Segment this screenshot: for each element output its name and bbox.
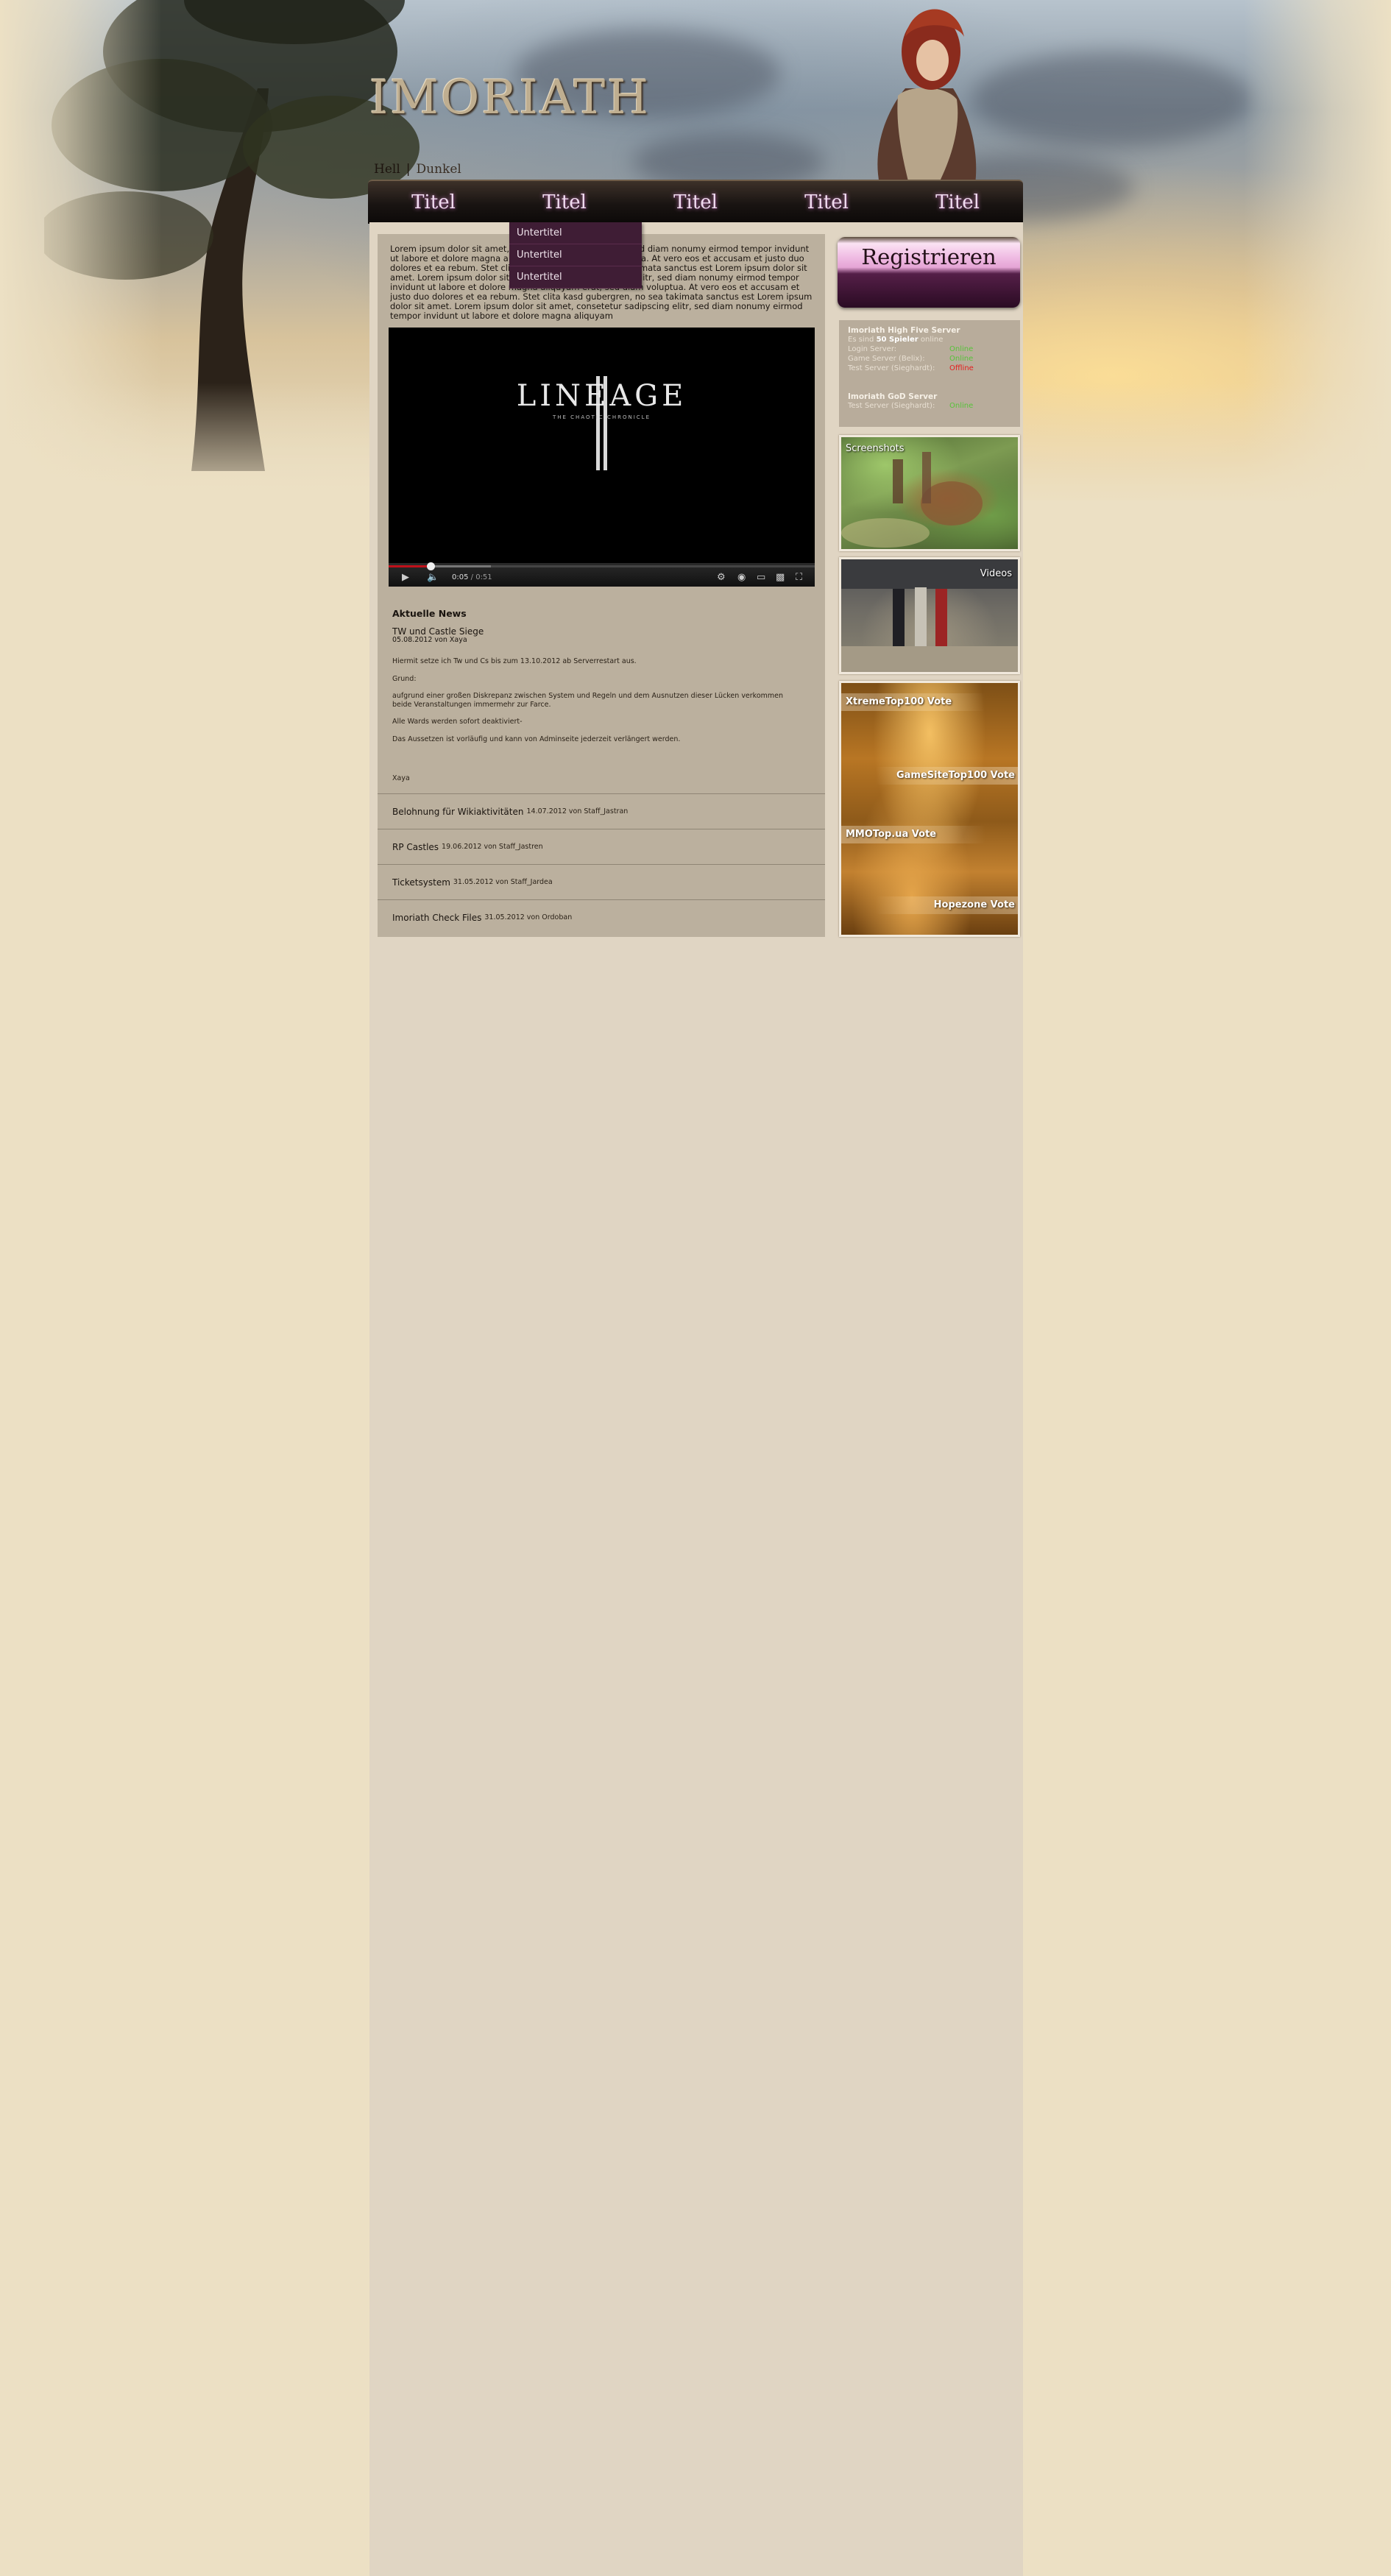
register-label: Registrieren <box>861 244 997 269</box>
game-server-label: Game Server (Belix): <box>848 355 925 363</box>
fullscreen-icon[interactable]: ⛶ <box>796 572 802 583</box>
dropdown-item-2[interactable]: Untertitel <box>509 244 642 266</box>
hd-quality-icon[interactable]: ◉ <box>737 572 746 583</box>
small-player-icon[interactable]: ▭ <box>757 572 765 583</box>
server1-title: Imoriath High Five Server <box>848 326 960 335</box>
news-item-meta: 14.07.2012 von Staff_Jastran <box>526 807 629 815</box>
news-item-meta: 19.06.2012 von Staff_Jastren <box>442 843 543 851</box>
login-server-status: Online <box>949 345 974 353</box>
dropdown-item-1[interactable]: Untertitel <box>509 222 642 244</box>
online-players: Es sind 50 Spieler online <box>848 336 943 345</box>
featured-news-meta: 05.08.2012 von Xaya <box>392 636 467 644</box>
dropdown-item-3[interactable]: Untertitel <box>509 266 642 289</box>
vote-button-hopezone[interactable]: Hopezone Vote <box>875 896 1018 914</box>
nav-dropdown-menu: Untertitel Untertitel Untertitel <box>509 222 642 289</box>
volume-icon[interactable]: 🔈 <box>427 572 439 583</box>
screenshots-label: Screenshots <box>846 443 905 454</box>
style-separator: | <box>406 162 411 177</box>
video-played <box>389 565 431 567</box>
videos-label: Videos <box>980 568 1012 579</box>
test-server2-status: Online <box>949 402 974 410</box>
main-nav: Titel Titel Titel Titel Titel <box>368 180 1023 224</box>
screenshots-tile[interactable]: Screenshots <box>839 435 1020 551</box>
site-logo[interactable]: IMORIATH <box>369 71 648 130</box>
online-count: 50 Spieler <box>876 336 919 344</box>
style-dunkel-link[interactable]: Dunkel <box>417 162 461 177</box>
server-status-box: Imoriath High Five Server Es sind 50 Spi… <box>839 320 1020 427</box>
play-icon[interactable]: ▶ <box>402 572 409 583</box>
video-time-current: 0:05 <box>452 573 469 581</box>
news-item-meta: 31.05.2012 von Ordoban <box>484 913 573 921</box>
online-prefix: Es sind <box>848 336 874 344</box>
news-paragraph: aufgrund einer großen Diskrepanz zwische… <box>392 692 784 709</box>
featured-news-title[interactable]: TW und Castle Siege <box>392 626 484 637</box>
news-paragraph: Hiermit setze ich Tw und Cs bis zum 13.1… <box>392 657 637 665</box>
news-item-meta: 31.05.2012 von Staff_Jardea <box>453 878 553 886</box>
large-player-icon[interactable]: ▩ <box>776 572 785 583</box>
vote-button-xtremetop100[interactable]: XtremeTop100 Vote <box>841 693 985 711</box>
nav-item-1[interactable]: Titel <box>368 181 499 224</box>
test-server1-label: Test Server (Sieghardt): <box>848 364 935 372</box>
video-logo-text: LINEAGE <box>516 379 687 413</box>
nav-item-4[interactable]: Titel <box>761 181 892 224</box>
news-item-title: Belohnung für Wikiaktivitäten <box>392 806 524 817</box>
news-paragraph: Grund: <box>392 674 417 683</box>
nav-item-2[interactable]: Titel <box>499 181 630 224</box>
video-scrubber-knob[interactable] <box>426 562 435 570</box>
register-button[interactable]: Registrieren <box>838 237 1020 308</box>
style-switcher: Hell | Dunkel <box>374 162 461 178</box>
nav-item-5[interactable]: Titel <box>892 181 1023 224</box>
news-paragraph: Alle Wards werden sofort deaktiviert- <box>392 718 523 726</box>
vote-button-gamesitetop100[interactable]: GameSiteTop100 Vote <box>875 767 1018 785</box>
test-server1-status: Offline <box>949 364 974 372</box>
news-list-item[interactable]: Belohnung für Wikiaktivitäten 14.07.2012… <box>378 793 825 829</box>
video-time-duration: / 0:51 <box>470 573 492 581</box>
featured-news-author: Xaya <box>392 774 410 782</box>
videos-tile[interactable]: Videos <box>839 557 1020 674</box>
video-logo-subtitle: THE CHAOTIC CHRONICLE <box>552 414 651 420</box>
featured-news-body: Hiermit setze ich Tw und Cs bis zum 13.1… <box>392 657 804 752</box>
style-hell-link[interactable]: Hell <box>374 162 400 177</box>
video-controls-bar: ▶ 🔈 0:05 / 0:51 ⚙ ◉ ▭ ▩ ⛶ <box>389 562 815 587</box>
news-paragraph: Das Aussetzen ist vorläufig und kann von… <box>392 735 681 743</box>
vote-panel: XtremeTop100 Vote GameSiteTop100 Vote MM… <box>839 681 1020 937</box>
news-heading: Aktuelle News <box>392 608 467 619</box>
elf-character-art <box>877 9 977 184</box>
login-server-label: Login Server: <box>848 345 897 353</box>
news-list-item[interactable]: Imoriath Check Files 31.05.2012 von Ordo… <box>378 899 825 935</box>
online-suffix: online <box>920 336 944 344</box>
news-item-title: Ticketsystem <box>392 877 450 888</box>
video-time: 0:05 / 0:51 <box>452 573 492 581</box>
vote-button-mmotop[interactable]: MMOTop.ua Vote <box>841 826 985 843</box>
server2-title: Imoriath GoD Server <box>848 392 938 401</box>
news-item-title: RP Castles <box>392 841 439 852</box>
news-item-title: Imoriath Check Files <box>392 912 482 923</box>
settings-gear-icon[interactable]: ⚙ <box>717 572 726 583</box>
video-player[interactable]: LINEAGE THE CHAOTIC CHRONICLE ▶ 🔈 0:05 /… <box>389 328 815 587</box>
test-server2-label: Test Server (Sieghardt): <box>848 402 935 410</box>
news-list-item[interactable]: Ticketsystem 31.05.2012 von Staff_Jardea <box>378 864 825 899</box>
news-list-item[interactable]: RP Castles 19.06.2012 von Staff_Jastren <box>378 829 825 864</box>
video-progress-bar[interactable] <box>389 562 815 570</box>
nav-item-3[interactable]: Titel <box>630 181 761 224</box>
game-server-status: Online <box>949 355 974 363</box>
